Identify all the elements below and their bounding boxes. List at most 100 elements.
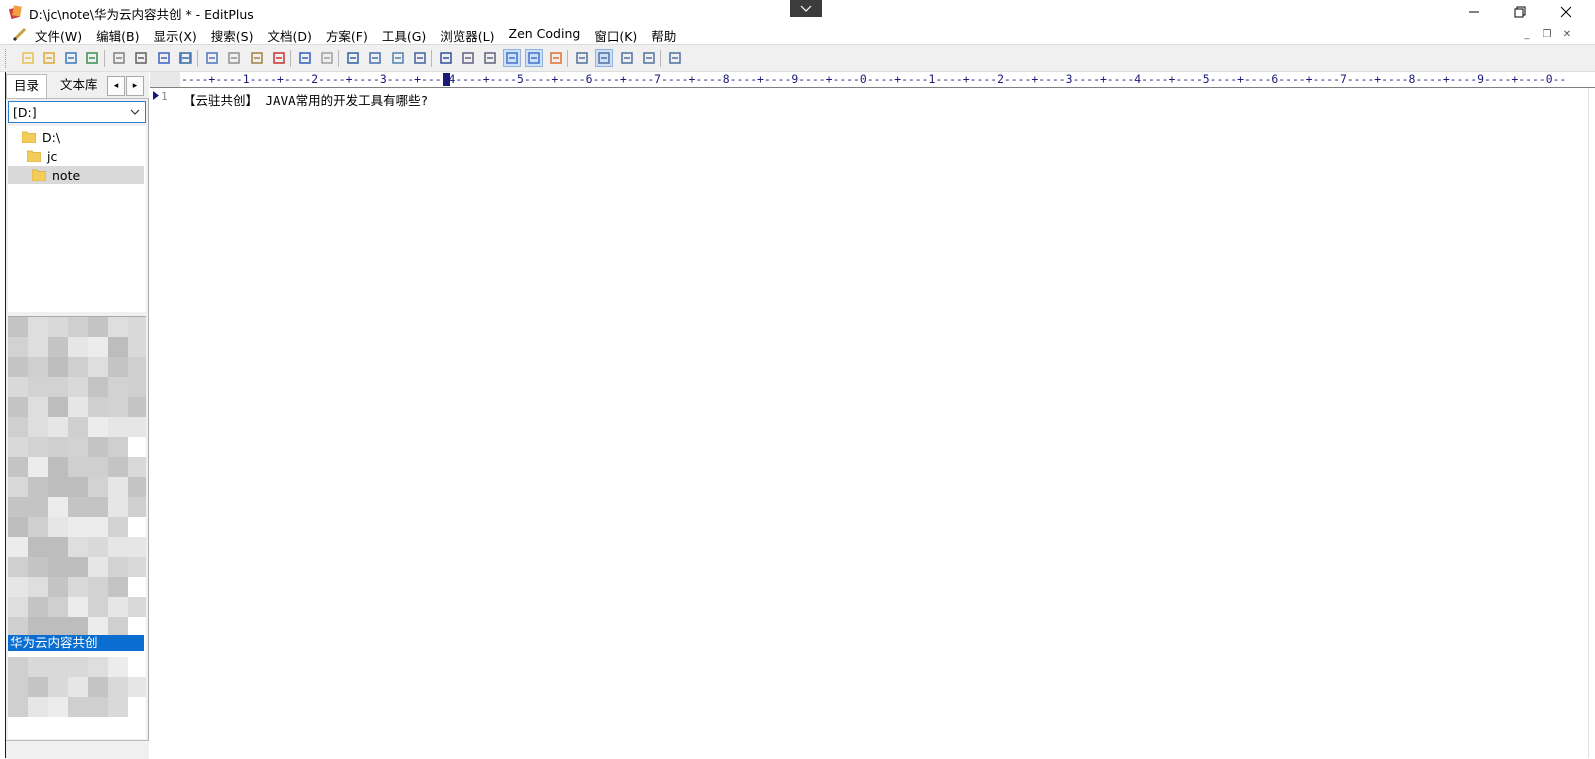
paste-button[interactable] — [248, 49, 266, 67]
full-screen-button[interactable] — [640, 49, 658, 67]
check-button[interactable] — [547, 49, 565, 67]
goto-button[interactable] — [411, 49, 429, 67]
browser-preview-icon — [180, 52, 192, 64]
undo-button[interactable] — [296, 49, 314, 67]
find-in-files-button[interactable] — [389, 49, 407, 67]
cliptext-window-button[interactable] — [595, 49, 613, 67]
blur-pixel — [128, 457, 146, 477]
menu-item-2[interactable]: 显示(X) — [153, 26, 203, 45]
menu-item-0[interactable]: 文件(W) — [35, 26, 89, 45]
blur-pixel — [8, 397, 28, 417]
print-preview-button[interactable] — [110, 49, 128, 67]
editor-area[interactable]: ----+----1----+----2----+----3----+----4… — [150, 72, 1595, 758]
file-list-selected-item[interactable]: 华为云内容共创 — [8, 635, 144, 651]
column-select-button[interactable] — [525, 49, 543, 67]
blur-pixel — [88, 477, 108, 497]
tab-next-button[interactable]: ▸ — [126, 76, 144, 96]
vertical-scrollbar[interactable] — [1588, 88, 1595, 758]
tree-item[interactable]: jc — [8, 147, 144, 165]
blur-pixel — [48, 357, 68, 377]
chevron-down-icon — [130, 109, 140, 115]
html-toolbar-button[interactable] — [481, 49, 499, 67]
spellcheck-icon — [158, 52, 170, 64]
tab-cliptext[interactable]: 文本库 — [53, 74, 105, 96]
blur-pixel — [48, 557, 68, 577]
spellcheck-button[interactable] — [155, 49, 173, 67]
tree-item[interactable]: note — [8, 166, 144, 184]
menu-item-3[interactable]: 搜索(S) — [211, 26, 261, 45]
drive-select[interactable]: [D:] — [8, 101, 146, 123]
menu-item-5[interactable]: 方案(F) — [326, 26, 375, 45]
close-button[interactable] — [1543, 0, 1589, 24]
blur-pixel — [128, 357, 146, 377]
copy-button[interactable] — [225, 49, 243, 67]
cut-icon — [206, 52, 218, 64]
mdi-close-button[interactable]: ✕ — [1557, 26, 1577, 42]
redo-button[interactable] — [318, 49, 336, 67]
tree-item[interactable]: D:\ — [8, 128, 144, 146]
blur-pixel — [8, 557, 28, 577]
ruler: ----+----1----+----2----+----3----+----4… — [150, 72, 1595, 88]
blur-pixel — [108, 657, 128, 677]
save-all-button[interactable] — [83, 49, 101, 67]
tab-directory[interactable]: 目录 — [6, 74, 48, 98]
replace-button[interactable] — [366, 49, 384, 67]
font-button[interactable] — [437, 49, 455, 67]
browser-preview-button[interactable] — [177, 49, 195, 67]
blur-pixel — [68, 657, 88, 677]
blur-pixel — [88, 677, 108, 697]
hx-button[interactable] — [459, 49, 477, 67]
line-number: 1 — [161, 90, 168, 103]
save-button[interactable] — [62, 49, 80, 67]
replace-icon — [369, 52, 381, 64]
new-file-button[interactable] — [19, 49, 37, 67]
cliptext-window-icon — [598, 52, 610, 64]
blur-pixel — [8, 417, 28, 437]
blur-pixel — [8, 697, 28, 717]
mdi-minimize-button[interactable]: _ — [1517, 26, 1537, 42]
minimize-button[interactable] — [1451, 0, 1497, 24]
toolbar-grip[interactable] — [5, 49, 9, 68]
help-button[interactable] — [666, 49, 684, 67]
line-number-gutter: 1 — [150, 88, 180, 758]
redo-icon — [321, 52, 333, 64]
find-button[interactable] — [344, 49, 362, 67]
print-button[interactable] — [132, 49, 150, 67]
blur-pixel — [128, 517, 146, 537]
open-folder-button[interactable] — [40, 49, 58, 67]
menu-item-6[interactable]: 工具(G) — [382, 26, 433, 45]
menu-item-9[interactable]: 窗口(K) — [594, 26, 644, 45]
word-wrap-button[interactable] — [503, 49, 521, 67]
blur-pixel — [88, 657, 108, 677]
restore-button[interactable] — [1497, 0, 1543, 24]
blur-pixel — [28, 577, 48, 597]
blur-pixel — [68, 677, 88, 697]
directory-window-button[interactable] — [573, 49, 591, 67]
mdi-restore-button[interactable]: ❐ — [1537, 26, 1557, 42]
text-content[interactable]: 【云驻共创】 JAVA常用的开发工具有哪些? — [183, 88, 1595, 758]
menu-item-4[interactable]: 文档(D) — [268, 26, 319, 45]
text-line[interactable]: 【云驻共创】 JAVA常用的开发工具有哪些? — [183, 90, 428, 109]
blur-pixel — [8, 677, 28, 697]
chevron-down-icon — [800, 5, 812, 12]
blur-pixel — [128, 557, 146, 577]
tree-item-label: note — [52, 168, 81, 183]
toolbar-separator — [567, 50, 568, 67]
tab-prev-button[interactable]: ◂ — [107, 76, 125, 96]
menu-items: 文件(W) 编辑(B) 显示(X) 搜索(S) 文档(D) 方案(F) 工具(G) 浏览器(L… — [35, 26, 690, 45]
menu-item-8[interactable]: Zen Coding — [509, 26, 588, 45]
menu-item-7[interactable]: 浏览器(L) — [440, 26, 501, 45]
ribbon-collapse-tab[interactable] — [790, 0, 822, 17]
blur-pixel — [108, 537, 128, 557]
toolbar-separator — [660, 50, 661, 67]
blur-pixel — [48, 457, 68, 477]
menu-item-10[interactable]: 帮助 — [651, 26, 683, 45]
current-line-marker-icon — [153, 91, 159, 100]
print-preview-icon — [113, 52, 125, 64]
menu-item-1[interactable]: 编辑(B) — [96, 26, 146, 45]
blur-pixel — [88, 377, 108, 397]
toolbar-separator — [338, 50, 339, 67]
output-window-button[interactable] — [618, 49, 636, 67]
delete-button[interactable] — [270, 49, 288, 67]
cut-button[interactable] — [203, 49, 221, 67]
